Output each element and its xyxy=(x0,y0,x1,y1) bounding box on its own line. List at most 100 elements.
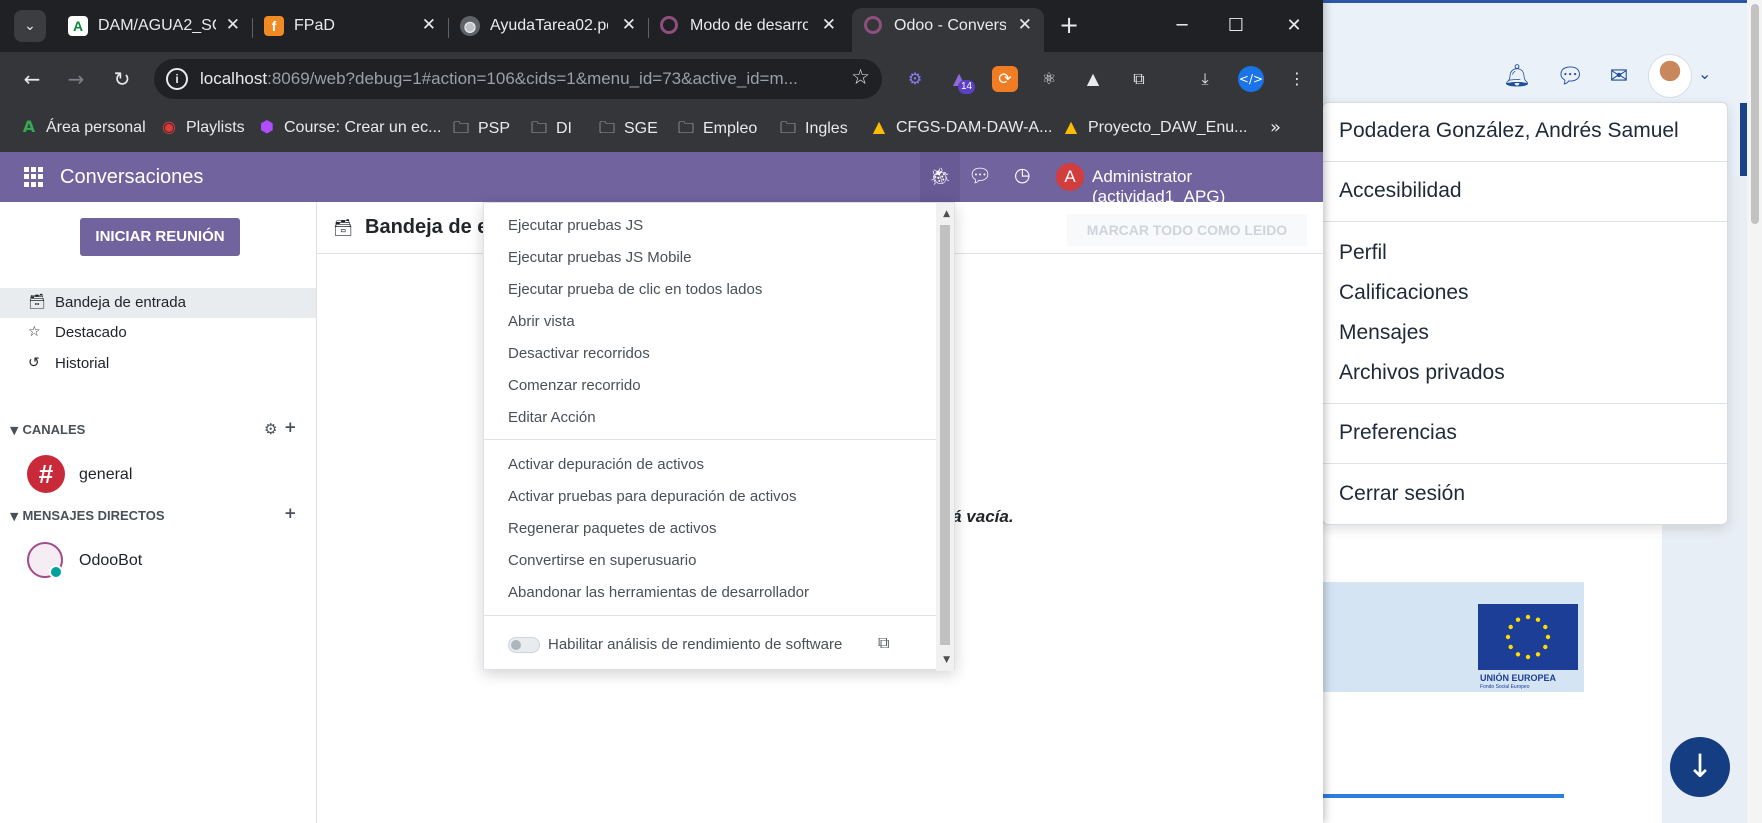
bookmark-label: Área personal xyxy=(46,119,146,136)
url-text[interactable]: localhost:8069/web?debug=1#action=106&ci… xyxy=(200,69,830,89)
user-menu-grades[interactable]: Calificaciones xyxy=(1339,281,1469,305)
user-avatar[interactable]: A xyxy=(1056,163,1084,191)
user-menu-preferences[interactable]: Preferencias xyxy=(1339,421,1457,445)
page-scrollbar-thumb[interactable] xyxy=(1751,4,1759,224)
menu-scrollbar-thumb[interactable] xyxy=(940,225,950,645)
menu-item-run-js-tests[interactable]: Ejecutar pruebas JS xyxy=(508,217,643,234)
clock-icon[interactable]: ◷ xyxy=(1014,164,1031,186)
more-bookmarks-icon[interactable]: » xyxy=(1270,117,1281,141)
sidebar-item-inbox[interactable]: 🗃︎ Bandeja de entrada xyxy=(0,288,316,318)
user-menu-private-files[interactable]: Archivos privados xyxy=(1339,361,1505,385)
chat-icon[interactable]: 💬︎ xyxy=(1556,64,1584,90)
app-name[interactable]: Conversaciones xyxy=(60,166,203,189)
extensions-puzzle-icon[interactable]: ⧉ xyxy=(1126,66,1152,92)
react-extension-icon[interactable]: ⚛ xyxy=(1036,66,1062,92)
bell-icon[interactable]: 🔔︎ xyxy=(1503,64,1531,90)
odoo-navbar: Conversaciones 🐞︎ 💬︎ ◷ A Administrator (… xyxy=(0,152,1323,206)
add-chat-icon[interactable]: + xyxy=(284,504,297,522)
external-link-icon[interactable]: ⧉ xyxy=(878,633,889,653)
channel-item-general[interactable]: general xyxy=(79,466,132,484)
globe-icon: ◍ xyxy=(460,16,480,36)
scroll-up-arrow-icon[interactable]: ▲ xyxy=(943,209,950,219)
user-menu-button[interactable]: Administrator (actividad1_APG) xyxy=(1092,167,1323,207)
divider xyxy=(1323,403,1727,404)
menu-item-leave-developer-tools[interactable]: Abandonar las herramientas de desarrolla… xyxy=(508,584,809,601)
app-menu-grid-icon[interactable] xyxy=(24,167,44,187)
menu-item-open-view[interactable]: Abrir vista xyxy=(508,313,575,330)
menu-item-edit-action[interactable]: Editar Acción xyxy=(508,409,596,426)
bookmark-label: Proyecto_DAW_Enu... xyxy=(1088,119,1248,136)
bookmark-playlists[interactable]: ◉ Playlists xyxy=(160,117,245,141)
chat-bubbles-icon[interactable]: 💬︎ xyxy=(968,164,992,187)
close-icon[interactable]: ✕ xyxy=(226,15,240,35)
back-button[interactable]: ← xyxy=(18,65,46,93)
sidebar-item-history[interactable]: ↺ Historial xyxy=(0,349,316,379)
minimize-button[interactable]: ─ xyxy=(1160,8,1204,44)
tab-search-button[interactable]: ⌄ xyxy=(14,10,46,42)
kebab-menu-icon[interactable]: ⋮ xyxy=(1284,66,1310,92)
maximize-button[interactable]: ☐ xyxy=(1214,8,1258,44)
close-icon[interactable]: ✕ xyxy=(622,15,636,35)
add-channel-icon[interactable]: + xyxy=(284,418,297,436)
bookmark-di[interactable]: 🗀 DI xyxy=(530,117,572,141)
mail-icon[interactable]: ✉ xyxy=(1606,64,1632,90)
hashtag-icon[interactable]: # xyxy=(27,455,65,493)
bookmark-sge[interactable]: 🗀 SGE xyxy=(598,117,658,141)
bookmark-empleo[interactable]: 🗀 Empleo xyxy=(677,117,757,141)
menu-item-become-superuser[interactable]: Convertirse en superusuario xyxy=(508,552,696,569)
user-menu-logout[interactable]: Cerrar sesión xyxy=(1339,482,1465,506)
bookmark-ingles[interactable]: 🗀 Ingles xyxy=(779,117,848,141)
user-menu-profile[interactable]: Perfil xyxy=(1339,241,1387,265)
tab-fpad[interactable]: f FPaD ✕ xyxy=(252,8,449,52)
tab-modo-desarrollador[interactable]: Modo de desarrollador ✕ xyxy=(648,8,848,52)
site-info-icon[interactable]: i xyxy=(166,68,188,90)
user-avatar-photo[interactable] xyxy=(1648,54,1692,98)
graduation-cap-extension-icon[interactable]: ▲ 14 xyxy=(946,66,976,94)
bookmark-cfgs[interactable]: ▲ CFGS-DAM-DAW-A... xyxy=(870,117,1053,141)
chevron-down-icon[interactable]: ⌄ xyxy=(1698,64,1711,83)
menu-item-disable-tours[interactable]: Desactivar recorridos xyxy=(508,345,650,362)
menu-item-regenerate-assets[interactable]: Regenerar paquetes de activos xyxy=(508,520,716,537)
sidebar-item-starred[interactable]: ☆ Destacado xyxy=(0,318,316,348)
reload-button[interactable]: ↻ xyxy=(108,65,136,93)
profiling-toggle[interactable] xyxy=(508,637,540,653)
user-menu-messages[interactable]: Mensajes xyxy=(1339,321,1429,345)
channels-category[interactable]: ▼ CANALES xyxy=(10,422,85,437)
close-window-button[interactable]: ✕ xyxy=(1272,8,1316,44)
scroll-down-arrow-icon[interactable]: ▼ xyxy=(943,655,950,665)
mark-all-read-button[interactable]: MARCAR TODO COMO LEIDO xyxy=(1067,214,1307,246)
tab-ayuda-tarea[interactable]: ◍ AyudaTarea02.pdf ✕ xyxy=(448,8,649,52)
bookmark-psp[interactable]: 🗀 PSP xyxy=(452,117,510,141)
menu-item-tests-assets-debug[interactable]: Activar pruebas para depuración de activ… xyxy=(508,488,797,505)
close-icon[interactable]: ✕ xyxy=(1018,15,1032,35)
folder-icon: 🗀 xyxy=(677,118,694,137)
direct-messages-category[interactable]: ▼ MENSAJES DIRECTOS xyxy=(10,508,165,523)
menu-item-start-tour[interactable]: Comenzar recorrido xyxy=(508,377,641,394)
menu-item-click-everywhere[interactable]: Ejecutar prueba de clic en todos lados xyxy=(508,281,762,298)
sync-extension-icon[interactable]: ⟳ xyxy=(992,66,1018,92)
devtools-extension-icon[interactable]: </> xyxy=(1238,66,1264,92)
scroll-down-button[interactable]: ↓ xyxy=(1670,737,1730,797)
bookmark-area-personal[interactable]: A Área personal xyxy=(20,117,146,141)
menu-item-assets-debug[interactable]: Activar depuración de activos xyxy=(508,456,704,473)
address-bar[interactable]: i localhost:8069/web?debug=1#action=106&… xyxy=(154,59,882,99)
close-icon[interactable]: ✕ xyxy=(422,15,436,35)
close-icon[interactable]: ✕ xyxy=(822,15,836,35)
gear-icon[interactable]: ⚙ xyxy=(264,420,277,438)
tab-odoo-conversaciones[interactable]: Odoo - Conversaciones ✕ xyxy=(852,8,1044,52)
bug-icon[interactable]: 🐞︎ xyxy=(920,152,960,202)
menu-item-run-js-mobile-tests[interactable]: Ejecutar pruebas JS Mobile xyxy=(508,249,691,266)
bookmark-proyecto-daw[interactable]: ▲ Proyecto_DAW_Enu... xyxy=(1062,117,1248,141)
forward-button[interactable]: → xyxy=(62,65,90,93)
tab-dam-agua[interactable]: A DAM/AGUA2_SG ✕ xyxy=(56,8,253,52)
dm-item-odoobot[interactable]: OdooBot xyxy=(79,552,142,570)
angular-extension-icon[interactable]: ▲ xyxy=(1080,66,1106,92)
download-icon[interactable]: ⤓ xyxy=(1192,66,1218,92)
start-meeting-button[interactable]: INICIAR REUNIÓN xyxy=(80,218,240,256)
moodle-a-icon: A xyxy=(68,16,88,36)
bookmark-course[interactable]: ⬢ Course: Crear un ec... xyxy=(258,117,441,141)
user-menu-accessibility[interactable]: Accesibilidad xyxy=(1339,179,1462,203)
bookmark-star-icon[interactable]: ☆ xyxy=(851,65,870,89)
new-tab-button[interactable]: + xyxy=(1054,10,1084,40)
gear-extension-icon[interactable]: ⚙ xyxy=(902,66,928,92)
